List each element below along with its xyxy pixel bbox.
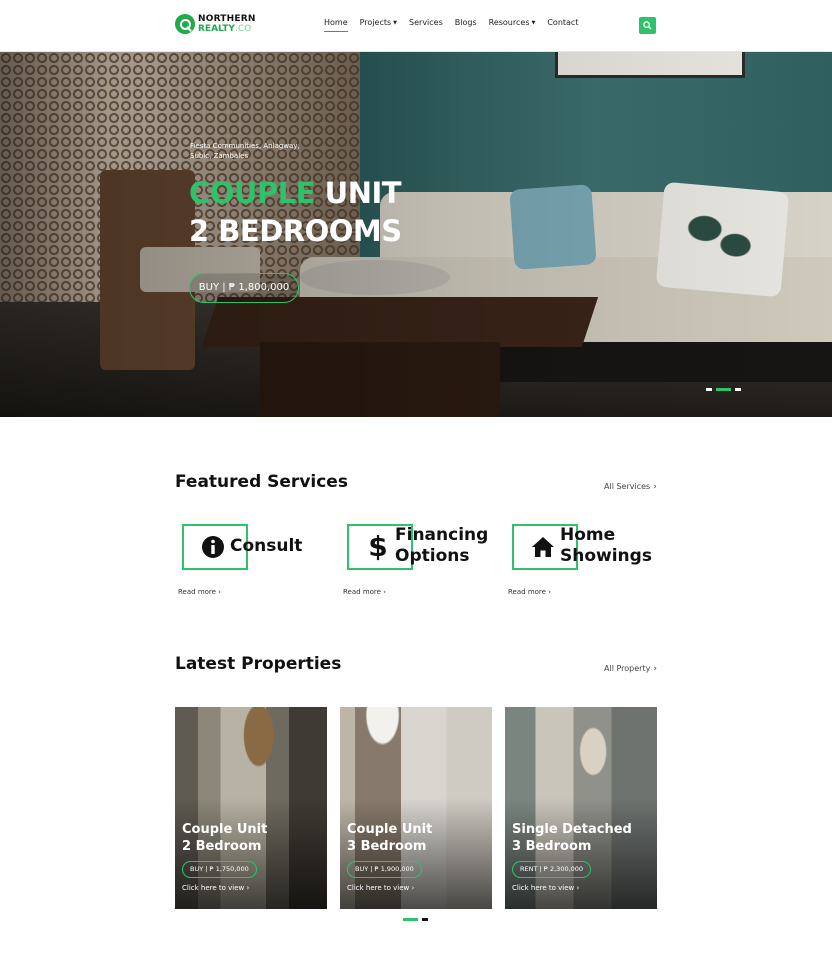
- nav-home[interactable]: Home: [324, 18, 348, 32]
- read-more-link[interactable]: Read more ›: [343, 588, 386, 596]
- property-price-badge[interactable]: BUY | ₱ 1,750,000: [182, 861, 257, 878]
- properties-pager-dots: [403, 918, 432, 921]
- caret-down-icon: ▼: [393, 19, 398, 26]
- main-nav: Home Projects ▼ Services Blogs Resources ▼…: [324, 18, 590, 32]
- hero-banner: Fiesta Communities, Anlagway, Subic, Zam…: [0, 52, 832, 417]
- pager-dot[interactable]: [422, 918, 428, 921]
- caret-down-icon: ▼: [531, 19, 536, 26]
- property-view-link[interactable]: Click here to view ›: [182, 884, 249, 892]
- property-title: Couple Unit 2 Bedroom: [182, 822, 268, 854]
- info-icon: [200, 534, 226, 560]
- service-consult[interactable]: Consult Read more ›: [178, 524, 342, 599]
- all-services-link[interactable]: All Services ›: [604, 482, 657, 492]
- logo-icon: [175, 14, 195, 34]
- nav-projects[interactable]: Projects ▼: [360, 18, 397, 32]
- nav-blogs[interactable]: Blogs: [455, 18, 477, 32]
- brand-logo[interactable]: NORTHERN REALTY.CO: [175, 14, 256, 34]
- chevron-right-icon: ›: [653, 664, 657, 674]
- slider-dot[interactable]: [706, 388, 712, 391]
- property-view-link[interactable]: Click here to view ›: [512, 884, 579, 892]
- property-card[interactable]: Couple Unit 2 Bedroom BUY | ₱ 1,750,000 C…: [175, 707, 327, 909]
- service-label: Consult: [230, 536, 303, 556]
- home-icon: [530, 534, 556, 560]
- featured-services-title: Featured Services: [175, 472, 348, 492]
- read-more-link[interactable]: Read more ›: [178, 588, 221, 596]
- property-price-badge[interactable]: RENT | ₱ 2,300,000: [512, 861, 592, 878]
- brand-name-line1: NORTHERN: [198, 14, 256, 24]
- site-header: NORTHERN REALTY.CO Home Projects ▼ Servic…: [0, 0, 832, 52]
- hero-title: COUPLE UNIT 2 BEDROOMS: [189, 176, 402, 248]
- hero-location: Fiesta Communities, Anlagway, Subic, Zam…: [190, 142, 300, 160]
- property-title: Couple Unit 3 Bedroom: [347, 822, 433, 854]
- nav-contact[interactable]: Contact: [547, 18, 578, 32]
- property-view-link[interactable]: Click here to view ›: [347, 884, 414, 892]
- dollar-icon: $: [368, 530, 388, 563]
- search-button[interactable]: [639, 17, 656, 34]
- service-label: Home Showings: [560, 525, 652, 566]
- search-icon: [643, 21, 652, 30]
- hero-buy-button[interactable]: BUY | ₱ 1,800,000: [189, 273, 299, 303]
- nav-services[interactable]: Services: [409, 18, 443, 32]
- hero-slider-dots: [706, 388, 745, 391]
- property-title: Single Detached 3 Bedroom: [512, 822, 632, 854]
- latest-properties-title: Latest Properties: [175, 654, 342, 674]
- brand-name-line2: REALTY.CO: [198, 24, 252, 34]
- property-card[interactable]: Couple Unit 3 Bedroom BUY | ₱ 1,900,000 C…: [340, 707, 492, 909]
- read-more-link[interactable]: Read more ›: [508, 588, 551, 596]
- property-card[interactable]: Single Detached 3 Bedroom RENT | ₱ 2,300,…: [505, 707, 657, 909]
- service-home-showings[interactable]: Home Showings Read more ›: [508, 524, 672, 599]
- property-price-badge[interactable]: BUY | ₱ 1,900,000: [347, 861, 422, 878]
- all-property-link[interactable]: All Property ›: [604, 664, 657, 674]
- service-financing[interactable]: $ Financing Options Read more ›: [343, 524, 507, 599]
- service-label: Financing Options: [395, 525, 489, 566]
- pager-dot-active[interactable]: [403, 918, 418, 921]
- slider-dot[interactable]: [735, 388, 741, 391]
- chevron-right-icon: ›: [653, 482, 657, 492]
- nav-resources[interactable]: Resources ▼: [489, 18, 536, 32]
- slider-dot-active[interactable]: [716, 388, 731, 391]
